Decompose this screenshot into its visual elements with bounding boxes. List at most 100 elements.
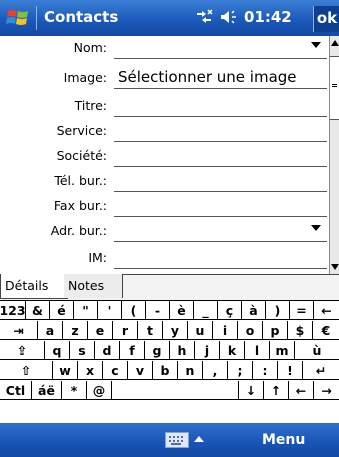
connectivity-icon[interactable] xyxy=(194,9,214,25)
key[interactable]: x xyxy=(78,361,103,380)
field-label: Nom: xyxy=(73,40,107,55)
key[interactable]: l xyxy=(245,341,270,360)
key[interactable]: ' xyxy=(98,301,122,320)
key-backspace[interactable]: ← xyxy=(314,301,339,320)
key[interactable]: y xyxy=(163,321,188,340)
key-capslock[interactable]: ⇪ xyxy=(0,341,45,360)
key[interactable]: h xyxy=(170,341,195,360)
key[interactable]: c xyxy=(103,361,128,380)
keyboard-row-2: ⇥ a z e r t y u i o p $ € xyxy=(0,321,339,341)
key[interactable]: b xyxy=(153,361,178,380)
key[interactable]: ; xyxy=(228,361,253,380)
key[interactable]: : xyxy=(253,361,278,380)
key[interactable]: t xyxy=(138,321,163,340)
adr-bur-input[interactable] xyxy=(114,219,327,242)
key[interactable]: n xyxy=(178,361,203,380)
keyboard-row-5: Ctl áë * @ ↓ ↑ ← → xyxy=(0,381,339,401)
field-value[interactable]: Sélectionner une image xyxy=(118,68,297,86)
key-space[interactable] xyxy=(112,381,239,400)
tel-bur-input[interactable] xyxy=(114,169,327,192)
contact-form: Nom: Image: Sélectionner une image Titre… xyxy=(0,36,329,274)
key[interactable]: = xyxy=(290,301,314,320)
key[interactable]: & xyxy=(26,301,50,320)
key-arrow-up[interactable]: ↑ xyxy=(264,381,289,400)
key[interactable]: $ xyxy=(288,321,313,340)
key[interactable]: k xyxy=(220,341,245,360)
key-arrow-left[interactable]: ← xyxy=(289,381,314,400)
key[interactable]: m xyxy=(270,341,295,360)
key[interactable]: ! xyxy=(278,361,303,380)
keyboard-row-4: ⇧ w x c v b n , ; : ! ↵ xyxy=(0,361,339,381)
dropdown-arrow-icon[interactable] xyxy=(311,225,321,231)
key[interactable]: p xyxy=(263,321,288,340)
start-menu-icon[interactable] xyxy=(6,7,30,29)
key-123[interactable]: 123 xyxy=(0,301,26,320)
key[interactable]: s xyxy=(70,341,95,360)
menu-button[interactable]: Menu xyxy=(262,432,305,448)
field-label: Service: xyxy=(56,123,107,138)
keyboard-icon[interactable] xyxy=(165,432,189,448)
key[interactable]: * xyxy=(62,381,87,400)
key[interactable]: ù xyxy=(295,341,339,360)
scroll-down-arrow-icon[interactable] xyxy=(331,264,339,270)
key[interactable]: à xyxy=(242,301,266,320)
key[interactable]: ç xyxy=(218,301,242,320)
key[interactable]: , xyxy=(203,361,228,380)
field-row-im: IM: xyxy=(0,246,329,269)
key[interactable]: u xyxy=(188,321,213,340)
status-area[interactable]: 01:42 xyxy=(194,8,292,26)
key[interactable]: ( xyxy=(122,301,146,320)
soft-keyboard: 123 & é " ' ( - è _ ç à ) = ← ⇥ a z e r … xyxy=(0,300,339,424)
nom-input[interactable] xyxy=(114,36,327,59)
key-ctrl[interactable]: Ctl xyxy=(0,381,32,400)
key[interactable]: r xyxy=(113,321,138,340)
key[interactable]: z xyxy=(63,321,88,340)
vertical-scrollbar[interactable] xyxy=(329,36,339,274)
scroll-thumb[interactable] xyxy=(330,56,339,120)
clock[interactable]: 01:42 xyxy=(244,8,292,26)
fax-bur-input[interactable] xyxy=(114,194,327,217)
titre-input[interactable] xyxy=(114,94,327,117)
key[interactable]: ) xyxy=(266,301,290,320)
key[interactable]: i xyxy=(213,321,238,340)
key[interactable]: - xyxy=(146,301,170,320)
tab-notes[interactable]: Notes xyxy=(64,274,123,298)
speaker-icon[interactable] xyxy=(220,9,238,25)
field-label: Société: xyxy=(56,148,107,163)
key[interactable]: € xyxy=(313,321,339,340)
field-label: IM: xyxy=(88,250,107,265)
dropdown-arrow-icon[interactable] xyxy=(311,42,321,48)
field-row-titre: Titre: xyxy=(0,94,329,117)
key[interactable]: d xyxy=(95,341,120,360)
input-panel-arrow-icon[interactable] xyxy=(194,436,204,442)
key[interactable]: _ xyxy=(194,301,218,320)
key[interactable]: @ xyxy=(87,381,112,400)
key[interactable]: a xyxy=(38,321,63,340)
key[interactable]: g xyxy=(145,341,170,360)
ok-button[interactable]: ok xyxy=(313,6,339,32)
key-arrow-right[interactable]: → xyxy=(314,381,339,400)
key-shift[interactable]: ⇧ xyxy=(0,361,53,380)
key-arrow-down[interactable]: ↓ xyxy=(239,381,264,400)
service-input[interactable] xyxy=(114,119,327,142)
key[interactable]: o xyxy=(238,321,263,340)
title-bar: Contacts 01:42 ok xyxy=(0,0,339,36)
scroll-up-arrow-icon[interactable] xyxy=(331,40,339,46)
field-row-societe: Société: xyxy=(0,144,329,167)
key[interactable]: f xyxy=(120,341,145,360)
key[interactable]: q xyxy=(45,341,70,360)
key[interactable]: v xyxy=(128,361,153,380)
key-accents[interactable]: áë xyxy=(32,381,62,400)
key[interactable]: e xyxy=(88,321,113,340)
key-tab[interactable]: ⇥ xyxy=(0,321,38,340)
key[interactable]: " xyxy=(74,301,98,320)
key[interactable]: è xyxy=(170,301,194,320)
key[interactable]: w xyxy=(53,361,78,380)
key[interactable]: j xyxy=(195,341,220,360)
key-enter[interactable]: ↵ xyxy=(303,361,339,380)
tab-details[interactable]: Détails xyxy=(0,274,68,299)
image-field[interactable]: Sélectionner une image xyxy=(114,66,327,89)
key[interactable]: é xyxy=(50,301,74,320)
im-input[interactable] xyxy=(114,246,327,269)
societe-input[interactable] xyxy=(114,144,327,167)
